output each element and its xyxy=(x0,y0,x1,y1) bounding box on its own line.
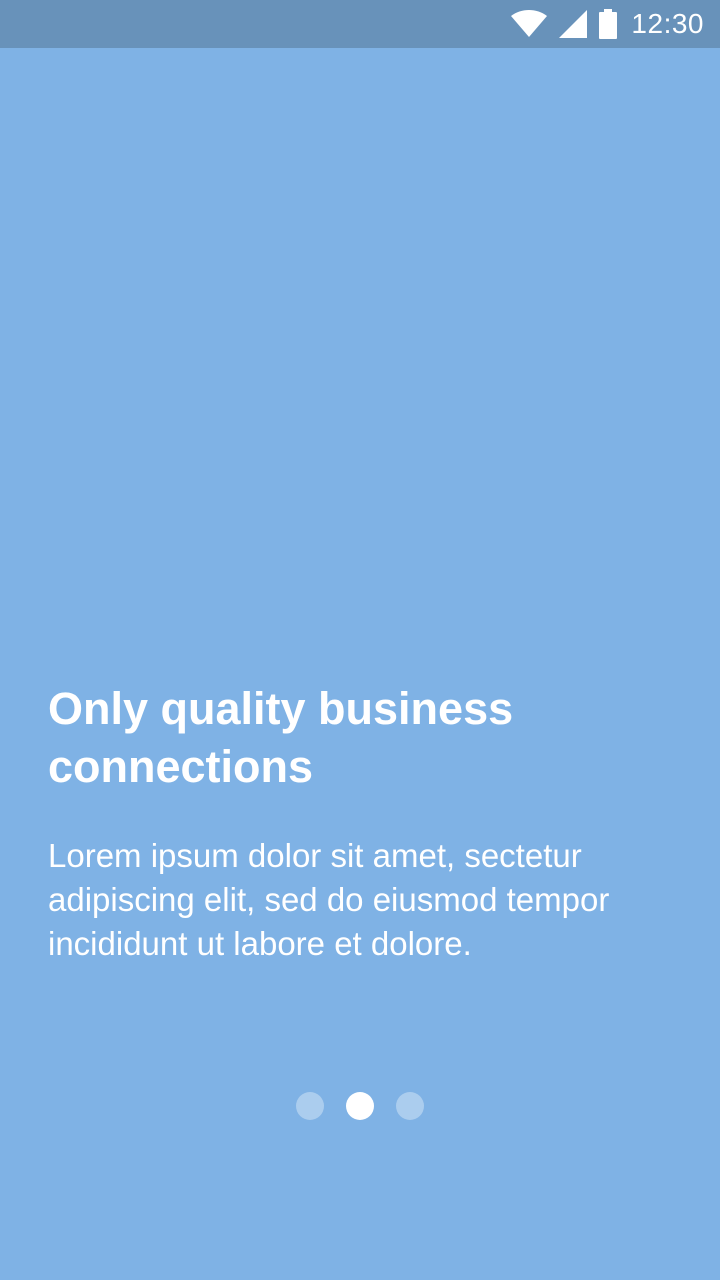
status-icons: 12:30 xyxy=(511,0,704,48)
slide-description: Lorem ipsum dolor sit amet, sectetur adi… xyxy=(48,837,610,962)
battery-icon xyxy=(599,9,618,39)
page-indicator xyxy=(0,1092,720,1120)
onboarding-screen: 12:30 Only quality business connections … xyxy=(0,0,720,1280)
status-time: 12:30 xyxy=(631,8,704,39)
page-indicator-dot-1[interactable] xyxy=(296,1092,324,1120)
slide-title: Only quality business connections xyxy=(48,683,514,792)
status-bar: 12:30 xyxy=(0,0,720,48)
page-indicator-dot-3[interactable] xyxy=(396,1092,424,1120)
signal-icon xyxy=(559,10,588,38)
page-indicator-dot-2[interactable] xyxy=(346,1092,374,1120)
slide-content: Only quality business connections Lorem … xyxy=(48,680,672,966)
wifi-icon xyxy=(511,10,548,38)
